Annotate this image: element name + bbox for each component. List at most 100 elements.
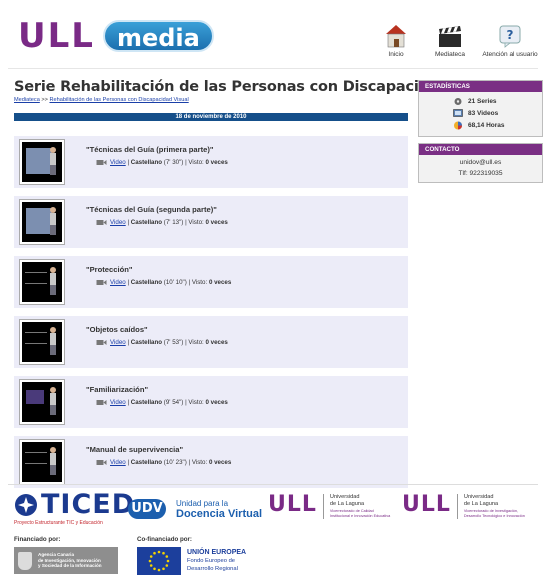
header: ULL media Inicio Mediateca ? Atención al…: [0, 0, 545, 72]
financed-label: Financiado por:: [14, 536, 61, 543]
thumbnail-person: [50, 267, 56, 297]
ull-mark-1: ULL: [268, 492, 317, 517]
ull2-line1: Universidad: [463, 494, 494, 500]
ticed-text: TICED: [41, 489, 136, 520]
ull-media-logo[interactable]: ULL media: [18, 18, 214, 54]
thumbnail-caption: [25, 452, 47, 464]
video-link[interactable]: Video: [110, 399, 126, 406]
video-duration: (7' 53"): [163, 339, 184, 346]
video-link[interactable]: Video: [110, 459, 126, 466]
agency-logo[interactable]: Agencia Canaria de Investigación, Innova…: [14, 547, 118, 574]
stat-hours-text: 68,14 Horas: [468, 121, 505, 129]
video-item[interactable]: "Manual de supervivencia" Video | Castell…: [14, 436, 408, 488]
nav-inicio-label: Inicio: [388, 51, 404, 58]
views-label: Visto:: [188, 159, 204, 166]
ull2-sub2: Desarrollo Tecnológico e Innovación: [463, 514, 525, 518]
ull1-sub2: Institucional e Innovación Educativa: [329, 514, 391, 518]
person-body: [50, 273, 56, 285]
ticed-symbol-icon: [15, 494, 37, 516]
clapperboard-icon: [425, 22, 475, 48]
home-icon: [371, 22, 421, 48]
video-camera-icon: [96, 399, 107, 406]
video-item[interactable]: "Técnicas del Guía (primera parte)" Video…: [14, 136, 408, 188]
video-meta: Video | Castellano (10' 23") | Visto: 0 …: [96, 459, 231, 466]
views-count: 0 veces: [205, 219, 228, 226]
cofinanced-section: Co-financiado por: UNIÓN EUROPEA Fondo E…: [137, 536, 246, 575]
ull1-line1: Universidad: [329, 494, 360, 500]
ticed-logo[interactable]: TICED Proyecto Estructurante TIC y Educa…: [14, 489, 136, 526]
video-language: Castellano: [130, 399, 163, 406]
sidebar: ESTADÍSTICAS 21 Series 83 Videos 68,14 H…: [418, 80, 543, 183]
video-duration: (7' 13"): [163, 219, 184, 226]
video-link[interactable]: Video: [110, 279, 126, 286]
video-link[interactable]: Video: [110, 339, 126, 346]
eu-flag-icon: [137, 547, 181, 575]
person-body: [50, 393, 56, 405]
breadcrumb-home-link[interactable]: Mediateca: [14, 97, 40, 103]
video-link[interactable]: Video: [110, 219, 126, 226]
video-link[interactable]: Video: [110, 159, 126, 166]
views-label: Visto:: [188, 399, 204, 406]
video-camera-icon: [96, 159, 107, 166]
video-duration: (7' 30"): [163, 159, 184, 166]
video-thumbnail[interactable]: [19, 439, 65, 485]
stat-videos: 83 Videos: [419, 107, 542, 119]
thumbnail-frame: [22, 142, 62, 182]
main-content: Serie Rehabilitación de las Personas con…: [14, 78, 502, 488]
video-title: "Protección": [86, 265, 133, 274]
video-duration: (9' 54"): [163, 399, 184, 406]
person-legs: [50, 345, 56, 355]
nav-mediateca[interactable]: Mediateca: [425, 22, 475, 58]
ticed-wordmark: TICED: [14, 489, 136, 520]
breadcrumb-current-link[interactable]: Rehabilitación de las Personas con Disca…: [49, 97, 188, 103]
ull-mark-2: ULL: [402, 492, 451, 517]
video-meta: Video | Castellano (7' 30") | Visto: 0 v…: [96, 159, 228, 166]
videos-icon: [453, 109, 463, 117]
stats-title: ESTADÍSTICAS: [419, 81, 542, 92]
video-item[interactable]: "Técnicas del Guía (segunda parte)" Video…: [14, 196, 408, 248]
ticed-subtitle: Proyecto Estructurante TIC y Educación: [14, 520, 103, 526]
views-count: 0 veces: [205, 159, 228, 166]
breadcrumb: Mediateca >> Rehabilitación de las Perso…: [14, 97, 408, 103]
nav-mediateca-label: Mediateca: [435, 51, 465, 58]
person-legs: [50, 405, 56, 415]
thumbnail-frame: [22, 382, 62, 422]
video-thumbnail[interactable]: [19, 139, 65, 185]
nav-atencion-label: Atención al usuario: [482, 51, 538, 58]
eu-logo[interactable]: UNIÓN EUROPEA Fondo Europeo de Desarroll…: [137, 547, 246, 575]
page-title: Serie Rehabilitación de las Personas con…: [14, 79, 502, 95]
video-thumbnail[interactable]: [19, 259, 65, 305]
video-thumbnail[interactable]: [19, 379, 65, 425]
ull-investigacion-logo[interactable]: ULL Universidad de La Laguna Vicerrector…: [402, 494, 525, 519]
contact-phone: Tlf: 922319035: [458, 170, 503, 177]
video-thumbnail[interactable]: [19, 319, 65, 365]
video-camera-icon: [96, 279, 107, 286]
agency-line3: y Sociedad de la Información: [38, 563, 102, 569]
ull-calidad-logo[interactable]: ULL Universidad de La Laguna Vicerrector…: [268, 494, 390, 519]
agency-text: Agencia Canaria de Investigación, Innova…: [38, 552, 102, 568]
udv-logo[interactable]: UDV Unidad para la Docencia Virtual: [128, 498, 262, 520]
views-label: Visto:: [188, 339, 204, 346]
svg-text:?: ?: [507, 28, 514, 42]
contact-email[interactable]: unidov@ull.es: [419, 157, 542, 168]
video-item[interactable]: "Objetos caídos" Video | Castellano (7' 5…: [14, 316, 408, 368]
views-count: 0 veces: [205, 339, 228, 346]
help-icon: ?: [479, 22, 541, 48]
thumbnail-slide: [26, 208, 52, 234]
thumbnail-frame: [22, 442, 62, 482]
views-count: 0 veces: [205, 399, 228, 406]
thumbnail-person: [50, 147, 56, 177]
video-camera-icon: [96, 219, 107, 226]
video-item[interactable]: "Protección" Video | Castellano (10' 10")…: [14, 256, 408, 308]
udv-line2: Docencia Virtual: [176, 508, 262, 520]
contact-title: CONTACTO: [419, 144, 542, 155]
video-thumbnail[interactable]: [19, 199, 65, 245]
video-meta: Video | Castellano (7' 53") | Visto: 0 v…: [96, 339, 228, 346]
stat-series: 21 Series: [419, 95, 542, 107]
views-label: Visto:: [191, 279, 208, 286]
video-item[interactable]: "Familiarización" Video | Castellano (9' …: [14, 376, 408, 428]
thumbnail-slide: [26, 148, 52, 174]
person-legs: [50, 165, 56, 175]
nav-inicio[interactable]: Inicio: [371, 22, 421, 58]
nav-atencion[interactable]: ? Atención al usuario: [479, 22, 541, 58]
